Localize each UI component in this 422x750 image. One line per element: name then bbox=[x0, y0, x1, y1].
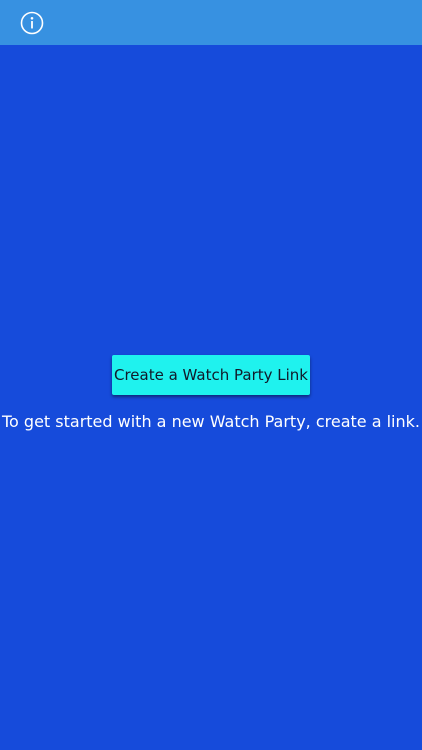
instructions-text: To get started with a new Watch Party, c… bbox=[2, 412, 420, 431]
create-watch-party-link-button[interactable]: Create a Watch Party Link bbox=[112, 355, 310, 395]
info-button[interactable] bbox=[20, 11, 44, 35]
top-bar bbox=[0, 0, 422, 45]
info-icon bbox=[20, 11, 44, 35]
